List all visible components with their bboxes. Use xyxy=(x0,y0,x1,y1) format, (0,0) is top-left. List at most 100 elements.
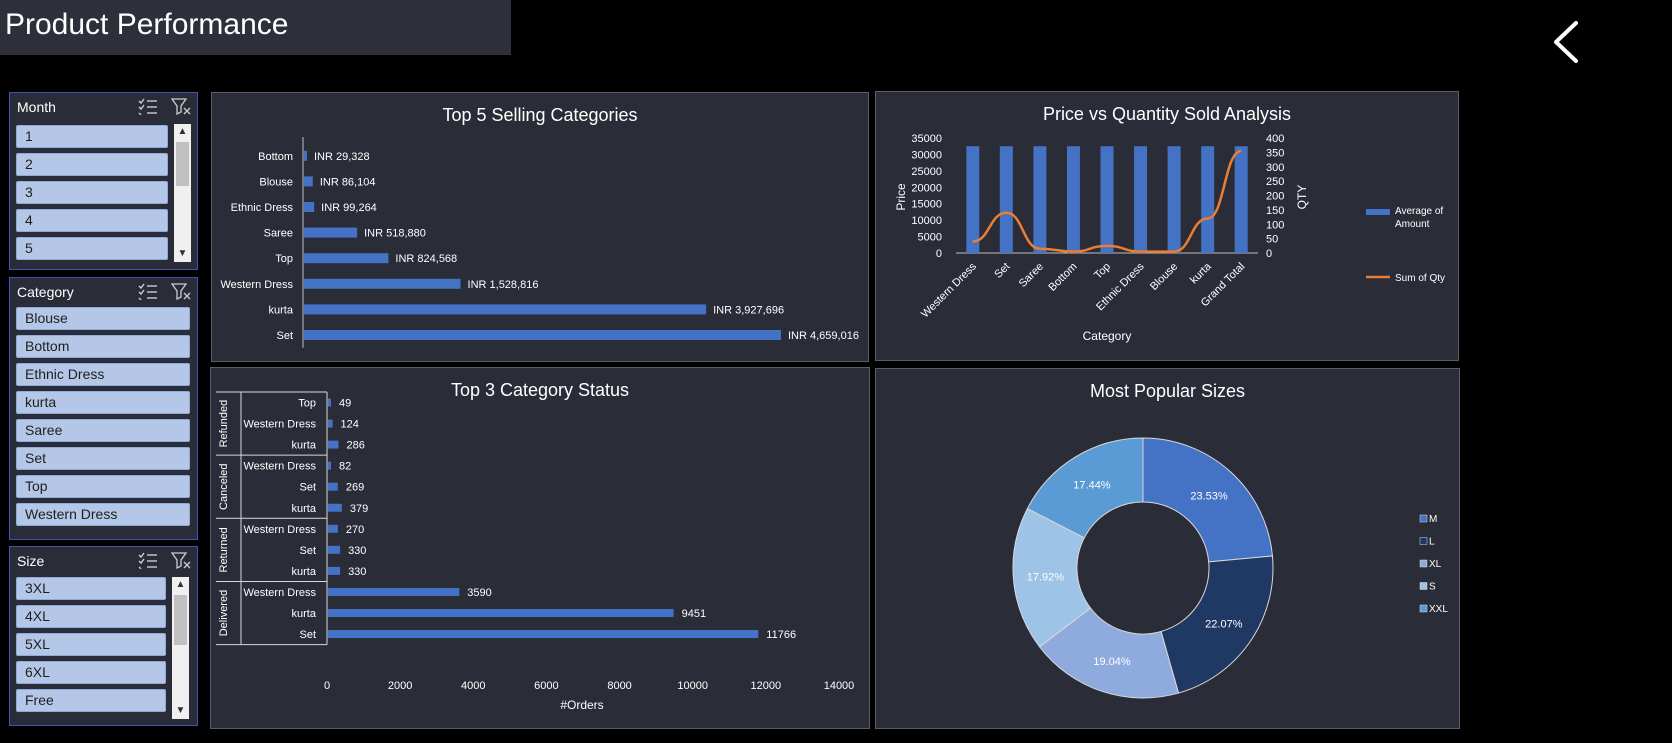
data-label: 3590 xyxy=(467,587,491,599)
y2-tick-label: 100 xyxy=(1266,219,1284,231)
bar xyxy=(304,304,707,315)
scroll-thumb[interactable] xyxy=(176,142,189,186)
slicer-item[interactable]: kurta xyxy=(16,391,190,414)
slicer-item[interactable]: 3XL xyxy=(16,577,166,600)
slicer-item[interactable]: Western Dress xyxy=(16,503,190,526)
category-status-panel: Top 3 Category Status Refunded Top 49 Weste… xyxy=(210,367,870,729)
popular-sizes-chart: 23.53% 22.07% 19.04% 17.92% 17.44% M L XL S XXL xyxy=(1012,437,1448,699)
x-tick-label: 2000 xyxy=(388,680,412,692)
group-label: Returned xyxy=(218,527,230,572)
data-label: INR 86,104 xyxy=(320,176,376,188)
group-label: Canceled xyxy=(218,463,230,509)
x-tick-label: Saree xyxy=(1017,261,1046,290)
y-tick-label: 30000 xyxy=(911,149,942,161)
back-button[interactable] xyxy=(1548,20,1588,64)
page-title: Product Performance xyxy=(5,8,289,41)
x-tick-label: Top xyxy=(1092,261,1113,282)
clear-filter-icon[interactable] xyxy=(171,97,191,115)
slicer-item[interactable]: 3 xyxy=(16,181,168,204)
bar xyxy=(328,440,339,449)
category-label: Ethnic Dress xyxy=(231,202,294,214)
data-label: INR 824,568 xyxy=(395,253,457,265)
category-label: Western Dress xyxy=(220,279,293,291)
category-label: kurta xyxy=(292,608,317,620)
x-tick-label: 0 xyxy=(324,680,330,692)
top-selling-categories-chart: Bottom INR 29,328 Blouse INR 86,104 Ethnic D… xyxy=(220,137,859,348)
x-tick-label: Bottom xyxy=(1046,261,1079,294)
slice-label: 19.04% xyxy=(1093,656,1131,668)
bar xyxy=(328,461,331,470)
y2-tick-label: 150 xyxy=(1266,205,1284,217)
bar xyxy=(1167,146,1181,253)
slicer-item[interactable]: Set xyxy=(16,447,190,470)
slicer-item[interactable]: 5 xyxy=(16,237,168,260)
scroll-thumb[interactable] xyxy=(174,595,187,645)
category-label: kurta xyxy=(292,503,317,515)
size-slicer: Size 3XL 4XL 5XL 6XL Free ▲ ▼ xyxy=(9,546,198,726)
category-label: Top xyxy=(275,253,293,265)
slicer-item[interactable]: Free xyxy=(16,689,166,712)
y-tick-label: 20000 xyxy=(911,182,942,194)
scroll-up-arrow[interactable]: ▲ xyxy=(172,577,189,593)
slicer-item[interactable]: 4XL xyxy=(16,605,166,628)
bar xyxy=(966,146,980,253)
x-tick-label: 12000 xyxy=(751,680,782,692)
slicer-item[interactable]: 6XL xyxy=(16,661,166,684)
month-slicer: Month 1 2 3 4 5 ▲ ▼ xyxy=(9,92,198,270)
slicer-header: Size xyxy=(10,547,197,574)
multi-select-icon[interactable] xyxy=(138,551,158,569)
x-tick-label: 8000 xyxy=(607,680,631,692)
multi-select-icon[interactable] xyxy=(138,282,158,300)
slicer-item[interactable]: 5XL xyxy=(16,633,166,656)
category-label: Bottom xyxy=(258,151,293,163)
slicer-item[interactable]: 2 xyxy=(16,153,168,176)
bar xyxy=(304,150,308,161)
slice-label: 17.92% xyxy=(1027,572,1065,584)
x-tick-label: 6000 xyxy=(534,680,558,692)
month-scrollbar[interactable]: ▲ ▼ xyxy=(174,124,191,262)
scroll-up-arrow[interactable]: ▲ xyxy=(174,124,191,140)
bar xyxy=(304,278,461,289)
legend-swatch xyxy=(1419,514,1428,523)
legend-swatch xyxy=(1366,209,1390,215)
slicer-item[interactable]: Blouse xyxy=(16,307,190,330)
y2-tick-label: 200 xyxy=(1266,191,1284,203)
slicer-item[interactable]: Bottom xyxy=(16,335,190,358)
y2-tick-label: 350 xyxy=(1266,147,1284,159)
y-tick-label: 25000 xyxy=(911,166,942,178)
legend-label: S xyxy=(1429,582,1436,593)
slicer-header: Month xyxy=(10,93,197,120)
size-scrollbar[interactable]: ▲ ▼ xyxy=(172,577,189,719)
scroll-down-arrow[interactable]: ▼ xyxy=(172,703,189,719)
category-label: kurta xyxy=(269,304,294,316)
clear-filter-icon[interactable] xyxy=(171,551,191,569)
x-tick-label: kurta xyxy=(1188,260,1214,286)
slicer-header: Category xyxy=(10,278,197,305)
multi-select-icon[interactable] xyxy=(138,97,158,115)
bar xyxy=(999,146,1013,253)
bar xyxy=(1134,146,1148,253)
scroll-down-arrow[interactable]: ▼ xyxy=(174,246,191,262)
data-label: 330 xyxy=(348,566,366,578)
bar xyxy=(1201,146,1215,253)
bar xyxy=(328,630,759,639)
slice-label: 17.44% xyxy=(1073,479,1111,491)
slicer-item[interactable]: Saree xyxy=(16,419,190,442)
bar xyxy=(328,419,333,428)
data-label: 269 xyxy=(346,482,364,494)
y2-tick-label: 300 xyxy=(1266,162,1284,174)
clear-filter-icon[interactable] xyxy=(171,282,191,300)
category-label: Top xyxy=(298,398,316,410)
data-label: INR 4,659,016 xyxy=(788,330,859,342)
slicer-item[interactable]: Ethnic Dress xyxy=(16,363,190,386)
category-label: Saree xyxy=(264,228,293,240)
bar xyxy=(328,587,460,596)
slicer-item[interactable]: 1 xyxy=(16,125,168,148)
slicer-item[interactable]: 4 xyxy=(16,209,168,232)
category-label: Western Dress xyxy=(243,461,316,473)
bar xyxy=(304,253,389,264)
x-tick-label: 4000 xyxy=(461,680,485,692)
popular-sizes-panel: Most Popular Sizes 23.53% 22.07% 19.04% 17.… xyxy=(875,368,1460,729)
slicer-item[interactable]: Top xyxy=(16,475,190,498)
category-label: Set xyxy=(299,482,316,494)
